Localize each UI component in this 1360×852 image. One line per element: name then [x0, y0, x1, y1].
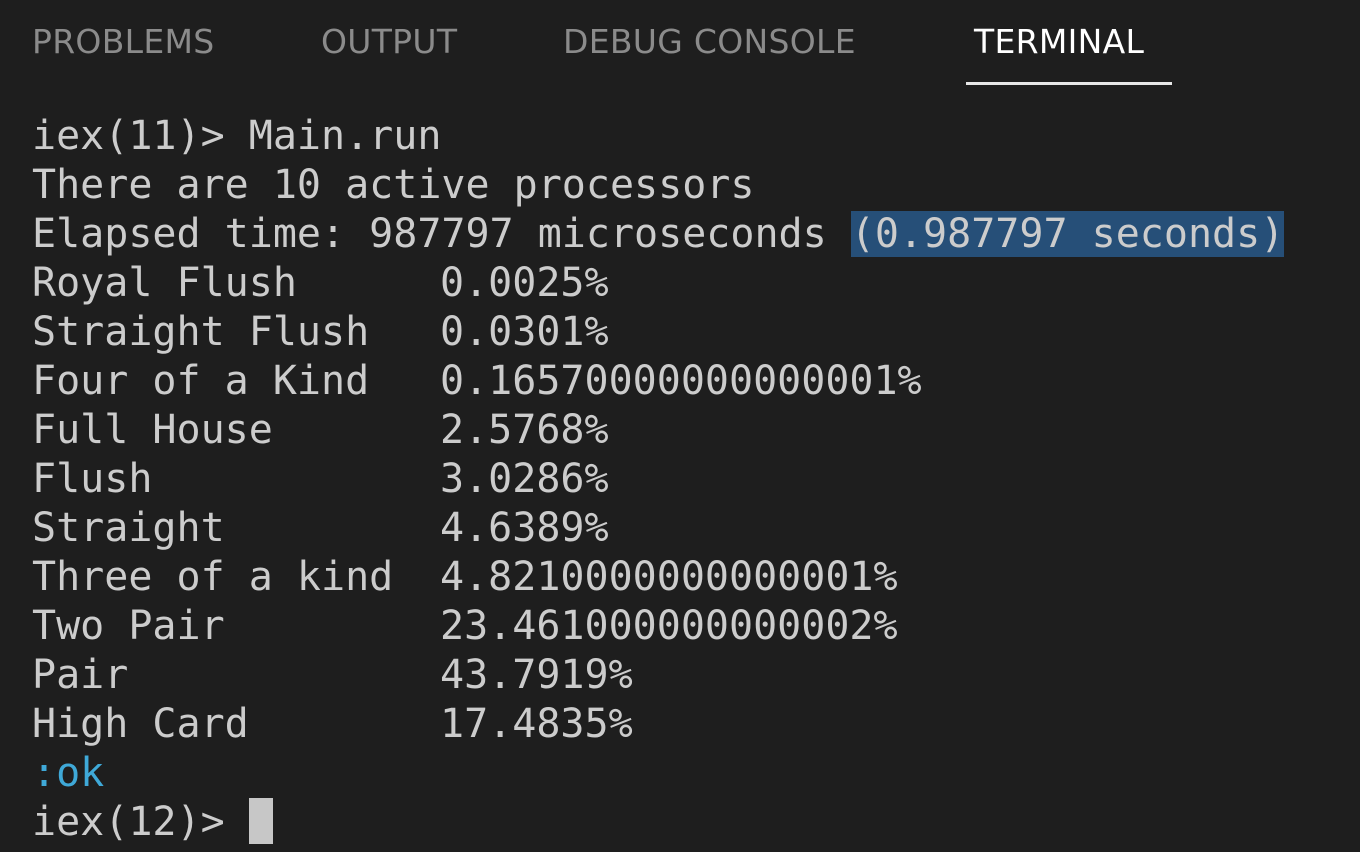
- result-row: High Card 17.4835%: [32, 700, 1332, 749]
- panel-tab-bar: PROBLEMS OUTPUT DEBUG CONSOLE TERMINAL: [0, 0, 1360, 88]
- active-tab-indicator: [966, 82, 1172, 85]
- hand-name: Straight Flush: [32, 309, 370, 355]
- return-value: :ok: [32, 750, 105, 796]
- hand-name: Four of a Kind: [32, 358, 370, 404]
- result-row: Straight 4.6389%: [32, 504, 1332, 553]
- hand-percent: 0.0301%: [440, 309, 609, 355]
- terminal-output[interactable]: iex(11)> Main.run There are 10 active pr…: [32, 112, 1332, 852]
- result-row: Two Pair 23.461000000000002%: [32, 602, 1332, 651]
- tab-debug-console[interactable]: DEBUG CONSOLE: [563, 20, 856, 64]
- tab-problems[interactable]: PROBLEMS: [32, 20, 215, 64]
- result-row: Royal Flush 0.0025%: [32, 259, 1332, 308]
- info-line: There are 10 active processors: [32, 162, 755, 208]
- hand-name: Full House: [32, 407, 273, 453]
- hand-percent: 43.7919%: [440, 652, 633, 698]
- result-row: Pair 43.7919%: [32, 651, 1332, 700]
- prompt: iex(12)>: [32, 799, 249, 845]
- hand-percent: 3.0286%: [440, 456, 609, 502]
- terminal-panel: PROBLEMS OUTPUT DEBUG CONSOLE TERMINAL i…: [0, 0, 1360, 852]
- result-row: Straight Flush 0.0301%: [32, 308, 1332, 357]
- hand-percent: 0.0025%: [440, 260, 609, 306]
- selected-text: (0.987797 seconds): [850, 211, 1285, 257]
- result-row: Four of a Kind 0.16570000000000001%: [32, 357, 1332, 406]
- elapsed-line: Elapsed time: 987797 microseconds (0.987…: [32, 210, 1332, 259]
- hand-percent: 23.461000000000002%: [440, 603, 898, 649]
- hand-percent: 4.8210000000000001%: [440, 554, 898, 600]
- tab-output[interactable]: OUTPUT: [321, 20, 457, 64]
- result-row: Flush 3.0286%: [32, 455, 1332, 504]
- elapsed-text: Elapsed time: 987797 microseconds: [32, 211, 851, 257]
- hand-name: High Card: [32, 701, 249, 747]
- command-line: iex(11)> Main.run: [32, 113, 442, 159]
- result-row: Full House 2.5768%: [32, 406, 1332, 455]
- prompt-line[interactable]: iex(12)>: [32, 798, 1332, 847]
- text-cursor: [248, 798, 273, 844]
- hand-percent: 0.16570000000000001%: [440, 358, 922, 404]
- hand-name: Pair: [32, 652, 129, 698]
- hand-percent: 4.6389%: [440, 505, 609, 551]
- hand-name: Two Pair: [32, 603, 225, 649]
- hand-name: Three of a kind: [32, 554, 394, 600]
- result-row: Three of a kind 4.8210000000000001%: [32, 553, 1332, 602]
- hand-percent: 17.4835%: [440, 701, 633, 747]
- hand-name: Flush: [32, 456, 153, 502]
- hand-percent: 2.5768%: [440, 407, 609, 453]
- hand-name: Straight: [32, 505, 225, 551]
- hand-name: Royal Flush: [32, 260, 297, 306]
- tab-terminal[interactable]: TERMINAL: [974, 20, 1144, 64]
